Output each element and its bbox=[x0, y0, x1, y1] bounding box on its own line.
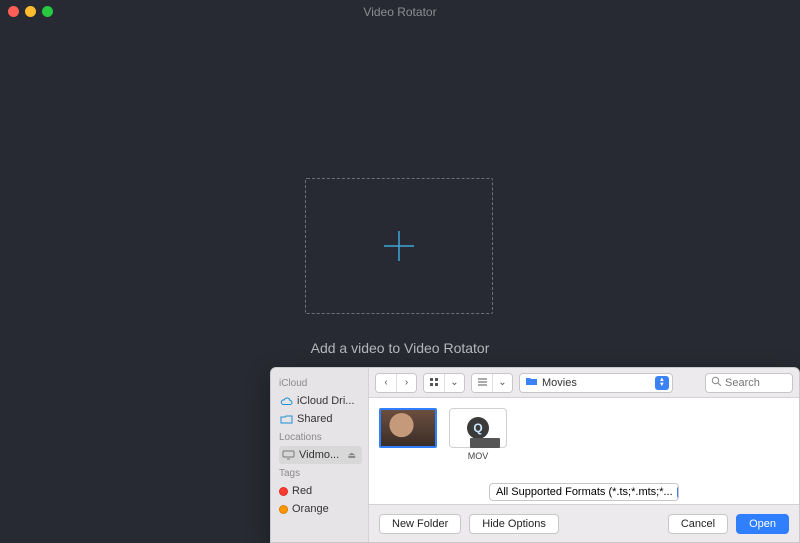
sidebar-item-volume[interactable]: Vidmo... ⏏ bbox=[279, 446, 362, 464]
view-mode-chevron-button[interactable]: ⌄ bbox=[444, 374, 464, 392]
titlebar: Video Rotator bbox=[0, 0, 800, 24]
search-icon bbox=[711, 376, 722, 390]
nav-back-button[interactable]: ‹ bbox=[376, 374, 396, 392]
group-segment: ⌄ bbox=[471, 373, 513, 393]
add-video-dropzone[interactable] bbox=[305, 178, 493, 314]
sidebar-item-label: iCloud Dri... bbox=[297, 395, 354, 407]
nav-back-forward: ‹ › bbox=[375, 373, 417, 393]
sidebar-item-label: Orange bbox=[292, 503, 329, 515]
group-chevron-button[interactable]: ⌄ bbox=[492, 374, 512, 392]
open-button[interactable]: Open bbox=[736, 514, 789, 534]
nav-forward-button[interactable]: › bbox=[396, 374, 416, 392]
hide-options-button[interactable]: Hide Options bbox=[469, 514, 559, 534]
sidebar-tag-orange[interactable]: Orange bbox=[279, 500, 368, 518]
sidebar-item-label: Vidmo... bbox=[299, 449, 339, 461]
dropzone-label: Add a video to Video Rotator bbox=[0, 340, 800, 356]
sidebar-header-icloud: iCloud bbox=[279, 378, 368, 389]
zoom-window-button[interactable] bbox=[42, 6, 53, 17]
minimize-window-button[interactable] bbox=[25, 6, 36, 17]
search-input[interactable] bbox=[725, 377, 785, 389]
plus-icon bbox=[382, 229, 416, 263]
sidebar-item-label: Red bbox=[292, 485, 312, 497]
tag-dot-icon bbox=[279, 487, 288, 496]
location-label: Movies bbox=[542, 377, 577, 389]
icon-view-button[interactable] bbox=[424, 374, 444, 392]
group-button[interactable] bbox=[472, 374, 492, 392]
sidebar-item-icloud-drive[interactable]: iCloud Dri... bbox=[279, 392, 368, 410]
dialog-toolbar: ‹ › ⌄ ⌄ bbox=[369, 368, 799, 398]
file-browser[interactable]: Q MOV bbox=[369, 398, 799, 480]
file-item[interactable]: Q MOV bbox=[449, 408, 507, 461]
search-field[interactable] bbox=[705, 373, 793, 393]
quicktime-file-icon: Q bbox=[449, 408, 507, 448]
window-title: Video Rotator bbox=[363, 5, 436, 19]
dialog-main: ‹ › ⌄ ⌄ bbox=[369, 368, 799, 542]
close-window-button[interactable] bbox=[8, 6, 19, 17]
file-format-popup[interactable]: All Supported Formats (*.ts;*.mts;*... ▲… bbox=[489, 483, 679, 501]
updown-chevron-icon: ▲▼ bbox=[655, 376, 669, 390]
cancel-button[interactable]: Cancel bbox=[668, 514, 728, 534]
sidebar-item-label: Shared bbox=[297, 413, 332, 425]
sidebar-tag-red[interactable]: Red bbox=[279, 482, 368, 500]
folder-icon bbox=[525, 376, 538, 389]
dialog-sidebar: iCloud iCloud Dri... Shared Locations Vi… bbox=[271, 368, 369, 542]
sidebar-header-locations: Locations bbox=[279, 432, 368, 443]
location-popup[interactable]: Movies ▲▼ bbox=[519, 373, 673, 393]
sidebar-header-tags: Tags bbox=[279, 468, 368, 479]
tag-dot-icon bbox=[279, 505, 288, 514]
video-thumbnail-icon bbox=[379, 408, 437, 448]
file-item-selected[interactable] bbox=[379, 408, 437, 448]
app-window: Video Rotator Add a video to Video Rotat… bbox=[0, 0, 800, 543]
window-controls bbox=[8, 6, 53, 17]
updown-chevron-icon: ▲▼ bbox=[677, 486, 679, 499]
shared-folder-icon bbox=[279, 414, 293, 424]
file-badge: MOV bbox=[449, 451, 507, 461]
sidebar-item-shared[interactable]: Shared bbox=[279, 410, 368, 428]
eject-icon[interactable]: ⏏ bbox=[347, 450, 356, 461]
open-file-dialog: iCloud iCloud Dri... Shared Locations Vi… bbox=[270, 367, 800, 543]
file-format-label: All Supported Formats (*.ts;*.mts;*... bbox=[496, 486, 673, 498]
display-icon bbox=[281, 450, 295, 460]
new-folder-button[interactable]: New Folder bbox=[379, 514, 461, 534]
dialog-bottombar: New Folder Hide Options Cancel Open bbox=[369, 504, 799, 542]
view-mode-segment: ⌄ bbox=[423, 373, 465, 393]
format-row: All Supported Formats (*.ts;*.mts;*... ▲… bbox=[369, 480, 799, 504]
cloud-icon bbox=[279, 397, 293, 406]
